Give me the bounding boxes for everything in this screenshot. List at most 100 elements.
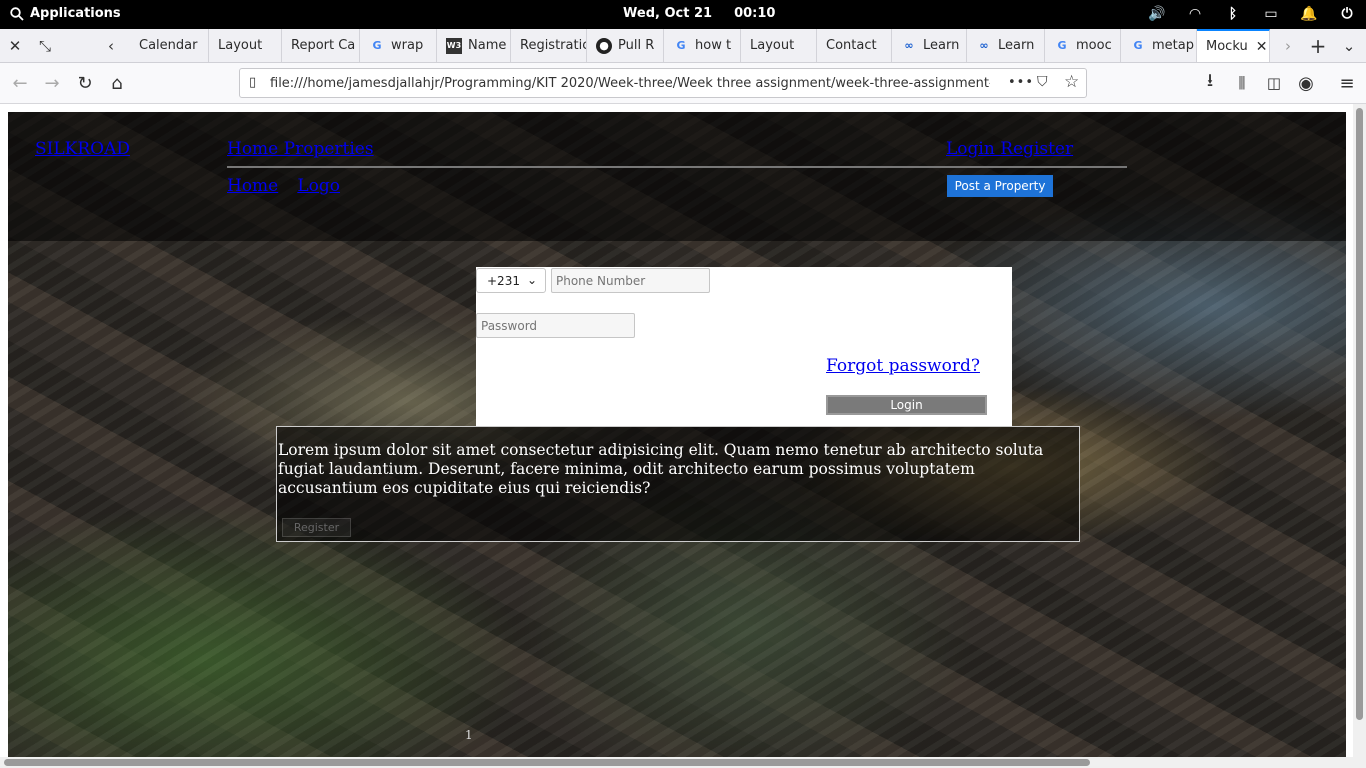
register-button[interactable]: Register xyxy=(282,518,351,537)
tab-label: mooc xyxy=(1076,38,1112,53)
bluetooth-icon[interactable]: ᛒ xyxy=(1224,5,1242,23)
search-icon xyxy=(10,6,24,21)
system-top-bar: Applications Wed, Oct 21 00:10 🔊 ◠ ᛒ ▭ 🔔… xyxy=(0,0,1366,29)
scroll-tabs-right-icon[interactable]: › xyxy=(1273,29,1303,62)
tab-label: Contact xyxy=(826,38,877,53)
tab-label: Registratic xyxy=(520,38,587,53)
tab[interactable]: ∞ Learn xyxy=(967,29,1045,62)
secondary-nav: Home Logo xyxy=(227,176,354,196)
tab-label: Layout xyxy=(218,38,263,53)
account-icon[interactable]: ◉ xyxy=(1292,69,1320,97)
info-panel: Lorem ipsum dolor sit amet consectetur a… xyxy=(276,426,1080,542)
restore-icon[interactable]: ⤡ xyxy=(30,29,60,62)
new-tab-icon[interactable]: + xyxy=(1303,29,1333,62)
site-header: SILKROAD Home Properties Login Register … xyxy=(8,112,1346,241)
tab-label: how t xyxy=(695,38,732,53)
home-icon[interactable]: ⌂ xyxy=(103,69,131,97)
tab[interactable]: W3 Name xyxy=(437,29,511,62)
tab[interactable]: Gwrap xyxy=(360,29,437,62)
home-link[interactable]: Home xyxy=(227,176,278,196)
vertical-scrollbar[interactable] xyxy=(1353,104,1366,760)
clock-date: Wed, Oct 21 xyxy=(623,6,713,21)
tab-label: Name xyxy=(468,38,507,53)
tab-active[interactable]: Mocku ✕ xyxy=(1197,29,1270,62)
post-property-button[interactable]: Post a Property xyxy=(947,175,1053,197)
web-page: SILKROAD Home Properties Login Register … xyxy=(8,112,1346,757)
logo-link[interactable]: Logo xyxy=(297,176,340,196)
google-icon: G xyxy=(372,39,382,52)
tab-label: Learn xyxy=(923,38,960,53)
forgot-password-link[interactable]: Forgot password? xyxy=(826,356,980,376)
tab[interactable]: Layout xyxy=(741,29,817,62)
clock-time: 00:10 xyxy=(734,6,776,21)
info-text: Lorem ipsum dolor sit amet consectetur a… xyxy=(278,441,1044,497)
tab-label: Report Ca xyxy=(291,38,356,53)
tab[interactable]: Layout xyxy=(209,29,282,62)
applications-label: Applications xyxy=(30,6,121,21)
brand-link[interactable]: SILKROAD xyxy=(35,139,130,159)
menu-icon[interactable]: ≡ xyxy=(1333,69,1361,97)
battery-icon[interactable]: ▭ xyxy=(1262,5,1280,23)
reload-icon[interactable]: ↻ xyxy=(71,69,99,97)
google-icon: G xyxy=(676,39,686,52)
downloads-icon[interactable]: ⭳ xyxy=(1196,69,1224,97)
phone-number-input[interactable] xyxy=(551,268,710,293)
tab[interactable]: Report Ca xyxy=(282,29,360,62)
learn-icon: ∞ xyxy=(904,39,914,52)
w3-icon: W3 xyxy=(446,37,462,54)
home-properties-link[interactable]: Home Properties xyxy=(227,139,374,159)
google-icon: G xyxy=(1057,39,1067,52)
tab-label: wrap xyxy=(391,38,424,53)
power-icon[interactable]: ⏻ xyxy=(1338,5,1356,23)
horizontal-scroll-thumb[interactable] xyxy=(4,759,1090,766)
bookmark-star-icon[interactable]: ☆ xyxy=(1064,72,1079,92)
back-icon[interactable]: ← xyxy=(6,69,34,97)
tab-label: Mocku xyxy=(1206,39,1248,54)
tab[interactable]: Ghow t xyxy=(664,29,741,62)
page-number: 1 xyxy=(465,728,473,742)
list-all-tabs-icon[interactable]: ⌄ xyxy=(1334,29,1364,62)
tab[interactable]: Contact xyxy=(817,29,892,62)
tab-label: Layout xyxy=(750,38,795,53)
header-divider xyxy=(227,166,1127,168)
close-window-icon[interactable]: ✕ xyxy=(0,29,30,62)
chevron-down-icon: ⌄ xyxy=(526,273,537,287)
applications-menu[interactable]: Applications xyxy=(10,6,121,21)
navigation-toolbar: ← → ↻ ⌂ ▯ file:///home/jamesdjallahjr/Pr… xyxy=(0,63,1366,104)
vertical-scroll-thumb[interactable] xyxy=(1356,108,1363,720)
pocket-icon[interactable]: ⛉ xyxy=(1037,74,1048,90)
country-code-value: +231 xyxy=(487,273,520,288)
tab-strip: ✕ ⤡ ‹ Calendar Layout Report Ca Gwrap W3… xyxy=(0,29,1366,63)
page-icon: ▯ xyxy=(249,75,257,90)
tab[interactable]: Gmooc xyxy=(1045,29,1121,62)
tab-label: Calendar xyxy=(139,38,198,53)
tab[interactable]: Calendar xyxy=(130,29,209,62)
login-register-link[interactable]: Login Register xyxy=(946,139,1073,159)
clock[interactable]: Wed, Oct 21 00:10 xyxy=(623,6,775,21)
library-icon[interactable]: ⫼ xyxy=(1228,69,1256,97)
tab[interactable]: Registratic xyxy=(511,29,587,62)
url-bar[interactable]: ▯ file:///home/jamesdjallahjr/Programmin… xyxy=(239,68,1087,98)
tab[interactable]: Gmetap xyxy=(1121,29,1197,62)
wifi-icon[interactable]: ◠ xyxy=(1186,5,1204,23)
login-form: +231 ⌄ Forgot password? Login xyxy=(476,267,1012,427)
sidebar-icon[interactable]: ◫ xyxy=(1260,69,1288,97)
page-actions-icon[interactable]: ••• xyxy=(1008,75,1034,90)
country-code-select[interactable]: +231 ⌄ xyxy=(476,268,546,293)
tab-label: metap xyxy=(1152,38,1194,53)
tab[interactable]: ∞ Learn xyxy=(892,29,967,62)
system-tray[interactable]: 🔊 ◠ ᛒ ▭ 🔔 ⏻ xyxy=(1148,5,1356,23)
tab-label: Pull R xyxy=(618,38,655,53)
close-tab-icon[interactable]: ✕ xyxy=(1256,39,1268,55)
password-input[interactable] xyxy=(476,313,635,338)
url-text[interactable]: file:///home/jamesdjallahjr/Programming/… xyxy=(270,76,990,91)
volume-icon[interactable]: 🔊 xyxy=(1148,5,1166,23)
github-icon: ● xyxy=(596,37,612,54)
scroll-tabs-left-icon[interactable]: ‹ xyxy=(96,29,126,62)
horizontal-scrollbar[interactable] xyxy=(0,757,1366,768)
forward-icon[interactable]: → xyxy=(38,69,66,97)
login-button[interactable]: Login xyxy=(826,395,987,415)
notification-bell-icon[interactable]: 🔔 xyxy=(1300,5,1318,23)
tab[interactable]: ● Pull R xyxy=(587,29,664,62)
tab-label: Learn xyxy=(998,38,1035,53)
